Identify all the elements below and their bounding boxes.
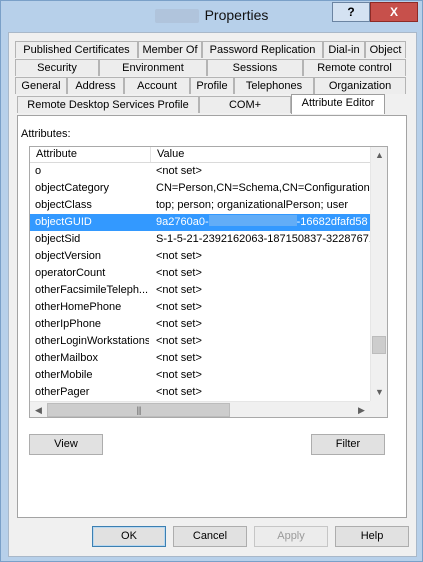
tab-remote-control[interactable]: Remote control <box>303 59 406 76</box>
table-row[interactable]: objectCategory CN=Person,CN=Schema,CN=Con… <box>30 180 370 197</box>
attribute-cell: otherIpPhone <box>35 318 102 330</box>
redacted-username <box>154 9 199 24</box>
value-cell: <not set> <box>156 267 202 279</box>
guid-prefix: 9a2760a0- <box>156 216 209 228</box>
attributes-label: Attributes: <box>21 128 71 140</box>
guid-suffix: -16682dfafd58 <box>296 216 368 228</box>
value-cell: S-1-5-21-2392162063-187150837-32287671 <box>156 233 370 245</box>
scrollbar-corner <box>370 401 387 417</box>
horizontal-scrollbar[interactable]: ◀ ||| ▶ <box>30 401 370 417</box>
tab-sessions[interactable]: Sessions <box>207 59 303 76</box>
table-row[interactable]: objectVersion <not set> <box>30 248 370 265</box>
help-button[interactable]: Help <box>335 526 409 547</box>
attribute-cell: otherLoginWorkstations <box>35 335 149 347</box>
table-row[interactable]: otherFacsimileTeleph... <not set> <box>30 282 370 299</box>
table-row[interactable]: o <not set> <box>30 163 370 180</box>
vertical-scroll-thumb[interactable] <box>372 336 386 354</box>
value-cell: <not set> <box>156 284 202 296</box>
column-header-value[interactable]: Value <box>151 147 370 162</box>
value-cell: <not set> <box>156 318 202 330</box>
attributes-list[interactable]: Attribute Value o <not set> objectCategor… <box>29 146 388 418</box>
attribute-cell: objectVersion <box>35 250 102 262</box>
tab-account[interactable]: Account <box>124 77 190 94</box>
ok-button[interactable]: OK <box>92 526 166 547</box>
value-cell: <not set> <box>156 369 202 381</box>
table-row-selected[interactable]: objectGUID 9a2760a0- -16682dfafd58 <box>30 214 370 231</box>
list-header: Attribute Value <box>30 147 370 163</box>
tab-telephones[interactable]: Telephones <box>234 77 314 94</box>
attribute-cell: objectGUID <box>35 216 92 228</box>
table-row[interactable]: otherIpPhone <not set> <box>30 316 370 333</box>
attribute-cell: otherMailbox <box>35 352 98 364</box>
tab-object[interactable]: Object <box>365 41 406 58</box>
attribute-cell: otherFacsimileTeleph... <box>35 284 149 296</box>
attribute-cell: otherMobile <box>35 369 93 381</box>
attribute-cell: otherPager <box>35 386 90 398</box>
attribute-cell: objectSid <box>35 233 81 245</box>
value-cell: <not set> <box>156 250 202 262</box>
column-header-attribute[interactable]: Attribute <box>30 147 151 162</box>
table-row[interactable]: otherHomePhone <not set> <box>30 299 370 316</box>
table-row[interactable]: otherLoginWorkstations <not set> <box>30 333 370 350</box>
value-cell: <not set> <box>156 165 202 177</box>
tab-com-plus[interactable]: COM+ <box>199 96 291 113</box>
attribute-cell: otherHomePhone <box>35 301 122 313</box>
tab-remote-desktop-services-profile[interactable]: Remote Desktop Services Profile <box>17 96 199 113</box>
value-cell: CN=Person,CN=Schema,CN=Configuration,D <box>156 182 370 194</box>
value-cell: <not set> <box>156 301 202 313</box>
dialog-client-area: Published Certificates Member Of Passwor… <box>8 32 417 557</box>
list-rows: o <not set> objectCategory CN=Person,CN=Sc… <box>30 163 370 401</box>
attribute-cell: objectClass <box>35 199 92 211</box>
table-row[interactable]: otherMailbox <not set> <box>30 350 370 367</box>
attribute-cell: objectCategory <box>35 182 109 194</box>
close-button[interactable]: X <box>370 2 418 22</box>
value-cell: <not set> <box>156 352 202 364</box>
redacted-guid-segment <box>208 215 297 226</box>
table-row[interactable]: objectClass top; person; organizationalPe… <box>30 197 370 214</box>
horizontal-scroll-thumb[interactable]: ||| <box>47 403 230 417</box>
filter-button[interactable]: Filter <box>311 434 385 455</box>
value-cell: <not set> <box>156 335 202 347</box>
chevron-down-icon[interactable]: ▼ <box>371 384 387 401</box>
tab-attribute-editor[interactable]: Attribute Editor <box>291 94 385 114</box>
tab-address[interactable]: Address <box>67 77 124 94</box>
apply-button[interactable]: Apply <box>254 526 328 547</box>
table-row[interactable]: operatorCount <not set> <box>30 265 370 282</box>
attribute-cell: o <box>35 165 42 177</box>
tab-security[interactable]: Security <box>15 59 99 76</box>
attribute-cell: operatorCount <box>35 267 106 279</box>
tab-general[interactable]: General <box>15 77 67 94</box>
table-row[interactable]: otherMobile <not set> <box>30 367 370 384</box>
value-cell: <not set> <box>156 386 202 398</box>
cancel-button[interactable]: Cancel <box>173 526 247 547</box>
tab-environment[interactable]: Environment <box>99 59 207 76</box>
window-title: Properties <box>204 7 269 23</box>
value-cell: 9a2760a0- -16682dfafd58 <box>156 214 370 231</box>
chevron-up-icon[interactable]: ▲ <box>371 147 387 164</box>
tab-organization[interactable]: Organization <box>314 77 406 94</box>
vertical-scrollbar[interactable]: ▲ ▼ <box>370 147 387 401</box>
properties-window: Properties ? X Published Certificates Me… <box>0 0 423 562</box>
title-bar[interactable]: Properties ? X <box>1 1 422 31</box>
value-cell: top; person; organizationalPerson; user <box>156 199 349 211</box>
chevron-left-icon[interactable]: ◀ <box>30 402 47 417</box>
table-row[interactable]: objectSid S-1-5-21-2392162063-187150837-3… <box>30 231 370 248</box>
tab-published-certificates[interactable]: Published Certificates <box>15 41 138 58</box>
tab-member-of[interactable]: Member Of <box>138 41 202 58</box>
chevron-right-icon[interactable]: ▶ <box>353 402 370 417</box>
help-title-button[interactable]: ? <box>332 2 370 22</box>
tab-dial-in[interactable]: Dial-in <box>323 41 365 58</box>
table-row[interactable]: otherPager <not set> <box>30 384 370 401</box>
tab-profile[interactable]: Profile <box>190 77 234 94</box>
tab-password-replication[interactable]: Password Replication <box>202 41 323 58</box>
view-button[interactable]: View <box>29 434 103 455</box>
